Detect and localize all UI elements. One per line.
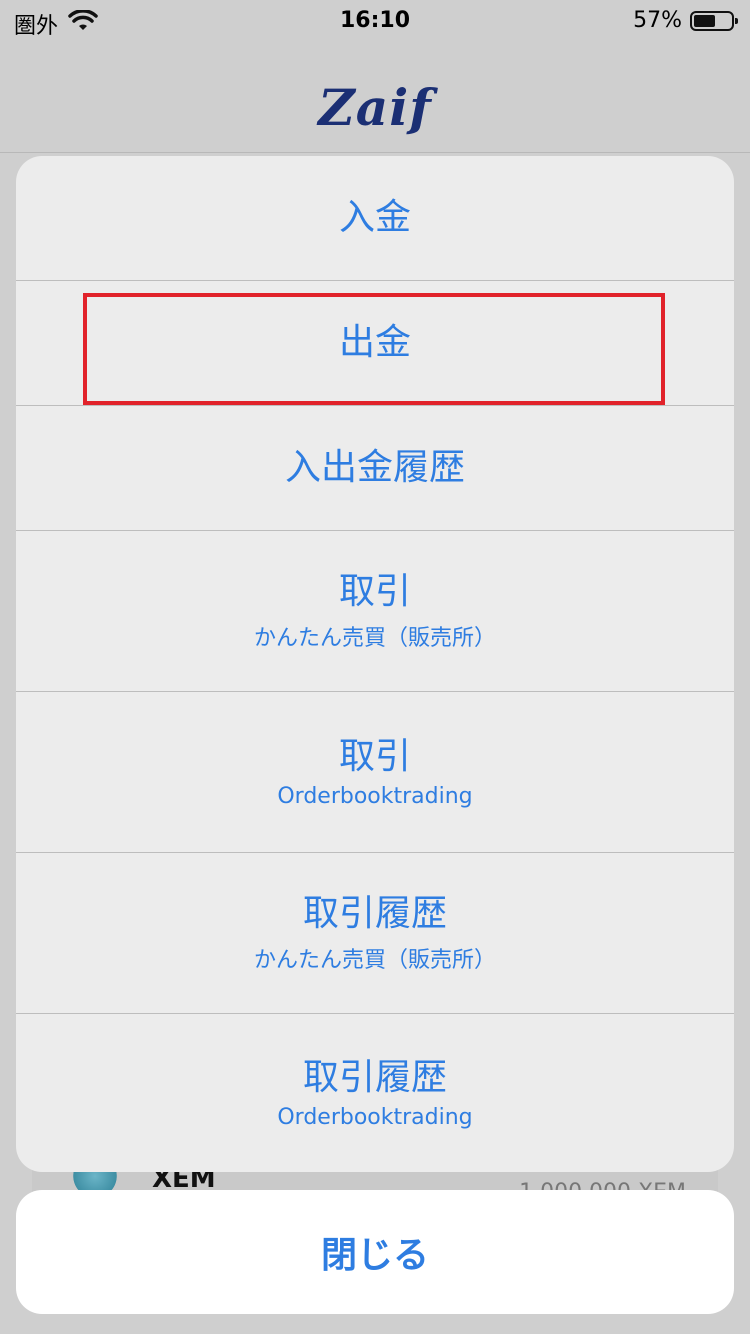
action-trade-history-simple[interactable]: 取引履歴 かんたん売買（販売所）: [16, 852, 734, 1013]
battery-icon: [690, 10, 738, 31]
action-label: 取引履歴: [302, 893, 447, 935]
highlight-annotation-box: [83, 293, 665, 405]
action-deposit-withdraw-history[interactable]: 入出金履歴: [16, 405, 734, 530]
zaif-logo: Zaif: [318, 78, 432, 137]
action-trade-history-orderbook[interactable]: 取引履歴 Orderbooktrading: [16, 1013, 734, 1172]
action-label: 入金: [338, 197, 411, 239]
battery-nub: [735, 17, 738, 24]
app-header: Zaif: [0, 40, 750, 153]
action-sublabel: Orderbooktrading: [277, 1105, 473, 1131]
battery-fill: [694, 14, 715, 27]
action-label: 入出金履歴: [284, 447, 465, 489]
action-sublabel: かんたん売買（販売所）: [253, 625, 496, 651]
status-bar: 圏外 16:10 57%: [0, 0, 750, 40]
battery-percent: 57%: [633, 8, 682, 33]
close-button[interactable]: 閉じる: [16, 1190, 734, 1314]
action-sublabel: Orderbooktrading: [277, 784, 473, 810]
action-deposit[interactable]: 入金: [16, 156, 734, 280]
action-label: 取引履歴: [302, 1056, 447, 1098]
action-label: 取引: [338, 735, 411, 777]
action-sublabel: かんたん売買（販売所）: [253, 947, 496, 973]
action-label: 取引: [338, 571, 411, 613]
action-trade-simple[interactable]: 取引 かんたん売買（販売所）: [16, 530, 734, 691]
status-right: 57%: [633, 8, 738, 33]
action-trade-orderbook[interactable]: 取引 Orderbooktrading: [16, 691, 734, 852]
action-sheet: 入金 出金 入出金履歴 取引 かんたん売買（販売所） 取引 Orderbookt…: [16, 156, 734, 1172]
